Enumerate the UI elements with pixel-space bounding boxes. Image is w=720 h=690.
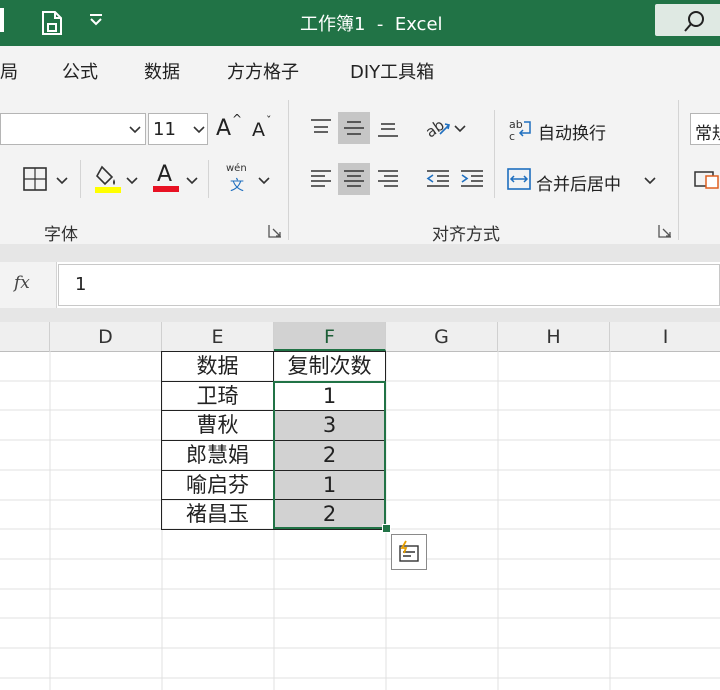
align-center-button[interactable] xyxy=(338,163,370,195)
chevron-down-icon[interactable] xyxy=(258,176,270,186)
align-top-button[interactable] xyxy=(305,112,337,144)
merge-center-label: 合并后居中 xyxy=(536,175,621,195)
phonetic-guide-button[interactable]: wén 文 xyxy=(222,163,252,195)
formula-input[interactable]: 1 xyxy=(58,264,720,306)
fill-color-icon[interactable] xyxy=(94,163,122,199)
align-middle-button[interactable] xyxy=(338,112,370,144)
decrease-indent-icon xyxy=(426,170,449,187)
tab-page-layout[interactable]: 局 xyxy=(0,58,18,84)
column-header-e[interactable]: E xyxy=(162,322,274,351)
merge-center-button[interactable]: 合并后居中 xyxy=(506,165,666,195)
header-cell-data[interactable]: 数据 xyxy=(161,351,274,382)
wrap-text-icon: ab c xyxy=(509,118,531,142)
align-left-button[interactable] xyxy=(305,163,337,195)
increase-indent-icon xyxy=(461,170,483,187)
currency-format-icon[interactable] xyxy=(694,168,720,194)
grow-font-icon: A xyxy=(216,116,232,141)
font-group-label: 字体 xyxy=(44,225,78,245)
align-middle-icon xyxy=(344,121,364,135)
svg-text:c: c xyxy=(509,130,515,142)
divider xyxy=(208,160,209,198)
merge-center-icon xyxy=(507,168,531,190)
formula-value: 1 xyxy=(75,274,87,295)
quick-analysis-button[interactable] xyxy=(391,534,427,570)
orientation-icon[interactable]: ab xyxy=(422,114,452,144)
align-top-icon xyxy=(311,119,331,133)
number-format-select[interactable]: 常规 xyxy=(690,113,720,145)
number-format-value: 常规 xyxy=(695,124,720,144)
chevron-down-icon xyxy=(129,126,141,134)
font-color-button[interactable]: A xyxy=(153,160,181,194)
column-header-h[interactable]: H xyxy=(498,322,610,351)
increase-indent-button[interactable] xyxy=(456,163,488,195)
divider xyxy=(494,110,495,198)
header-cell-copy-count[interactable]: 复制次数 xyxy=(273,351,386,382)
column-header-g[interactable]: G xyxy=(386,322,498,351)
phonetic-pinyin: wén xyxy=(226,163,247,174)
font-name-select[interactable] xyxy=(0,113,146,145)
fx-icon: fx xyxy=(14,273,30,293)
align-right-icon xyxy=(378,170,398,187)
selection-border xyxy=(273,381,386,529)
qat-customize-icon[interactable] xyxy=(88,12,104,32)
formula-spacer xyxy=(0,308,720,322)
name-cell[interactable]: 郎慧娟 xyxy=(161,440,274,471)
tab-fangfang[interactable]: 方方格子 xyxy=(227,58,299,84)
font-size-value: 11 xyxy=(153,119,176,140)
name-cell[interactable]: 褚昌玉 xyxy=(161,499,274,530)
tab-formulas[interactable]: 公式 xyxy=(62,58,98,84)
group-divider xyxy=(678,100,679,240)
chevron-down-icon[interactable] xyxy=(454,124,466,134)
group-divider xyxy=(288,100,289,240)
column-header-d[interactable]: D xyxy=(50,322,162,351)
ribbon-spacer xyxy=(0,244,720,262)
decrease-indent-button[interactable] xyxy=(422,163,454,195)
chevron-down-icon[interactable] xyxy=(56,176,68,186)
wrap-text-label: 自动换行 xyxy=(538,124,606,144)
name-cell[interactable]: 曹秋 xyxy=(161,410,274,441)
column-header-c[interactable] xyxy=(0,322,50,351)
dialog-launcher-icon[interactable] xyxy=(268,224,282,242)
tab-data[interactable]: 数据 xyxy=(144,58,180,84)
borders-icon[interactable] xyxy=(22,166,48,196)
chevron-down-icon[interactable] xyxy=(186,176,198,186)
fill-handle[interactable] xyxy=(382,524,391,533)
svg-text:ab: ab xyxy=(424,116,448,140)
save-icon[interactable] xyxy=(40,10,64,40)
divider xyxy=(80,160,81,198)
name-cell[interactable]: 喻启芬 xyxy=(161,470,274,500)
column-header-i[interactable]: I xyxy=(610,322,720,351)
window-title: 工作簿1 - Excel xyxy=(300,14,443,35)
qat-partial-icon[interactable] xyxy=(0,8,4,32)
font-color-swatch xyxy=(153,186,179,192)
wrap-text-button[interactable]: ab c 自动换行 xyxy=(508,116,618,144)
chevron-down-icon xyxy=(644,177,656,185)
align-bottom-button[interactable] xyxy=(372,112,404,144)
dialog-launcher-icon[interactable] xyxy=(658,224,672,242)
search-button[interactable] xyxy=(655,4,720,36)
insert-function-button[interactable]: fx xyxy=(0,262,57,308)
shrink-font-icon: A xyxy=(252,119,265,141)
font-size-select[interactable]: 11 xyxy=(148,113,208,145)
grow-font-button[interactable]: A ^ xyxy=(214,112,243,144)
shrink-font-button[interactable]: A ˇ xyxy=(250,114,278,144)
phonetic-char: 文 xyxy=(230,178,244,194)
align-center-icon xyxy=(344,170,364,187)
chevron-down-icon[interactable] xyxy=(126,176,138,186)
alignment-group-label: 对齐方式 xyxy=(432,225,500,245)
name-cell[interactable]: 卫琦 xyxy=(161,381,274,411)
align-left-icon xyxy=(311,170,331,187)
font-color-icon: A xyxy=(157,162,173,187)
tab-diy-toolbox[interactable]: DIY工具箱 xyxy=(350,58,434,84)
quick-analysis-icon xyxy=(399,540,419,562)
search-icon xyxy=(684,11,704,32)
align-bottom-icon xyxy=(378,123,398,137)
chevron-down-icon xyxy=(193,126,205,134)
column-header-f[interactable]: F xyxy=(274,322,386,351)
align-right-button[interactable] xyxy=(372,163,404,195)
caret-down-icon: ˇ xyxy=(266,114,272,127)
caret-up-icon: ^ xyxy=(232,112,243,126)
